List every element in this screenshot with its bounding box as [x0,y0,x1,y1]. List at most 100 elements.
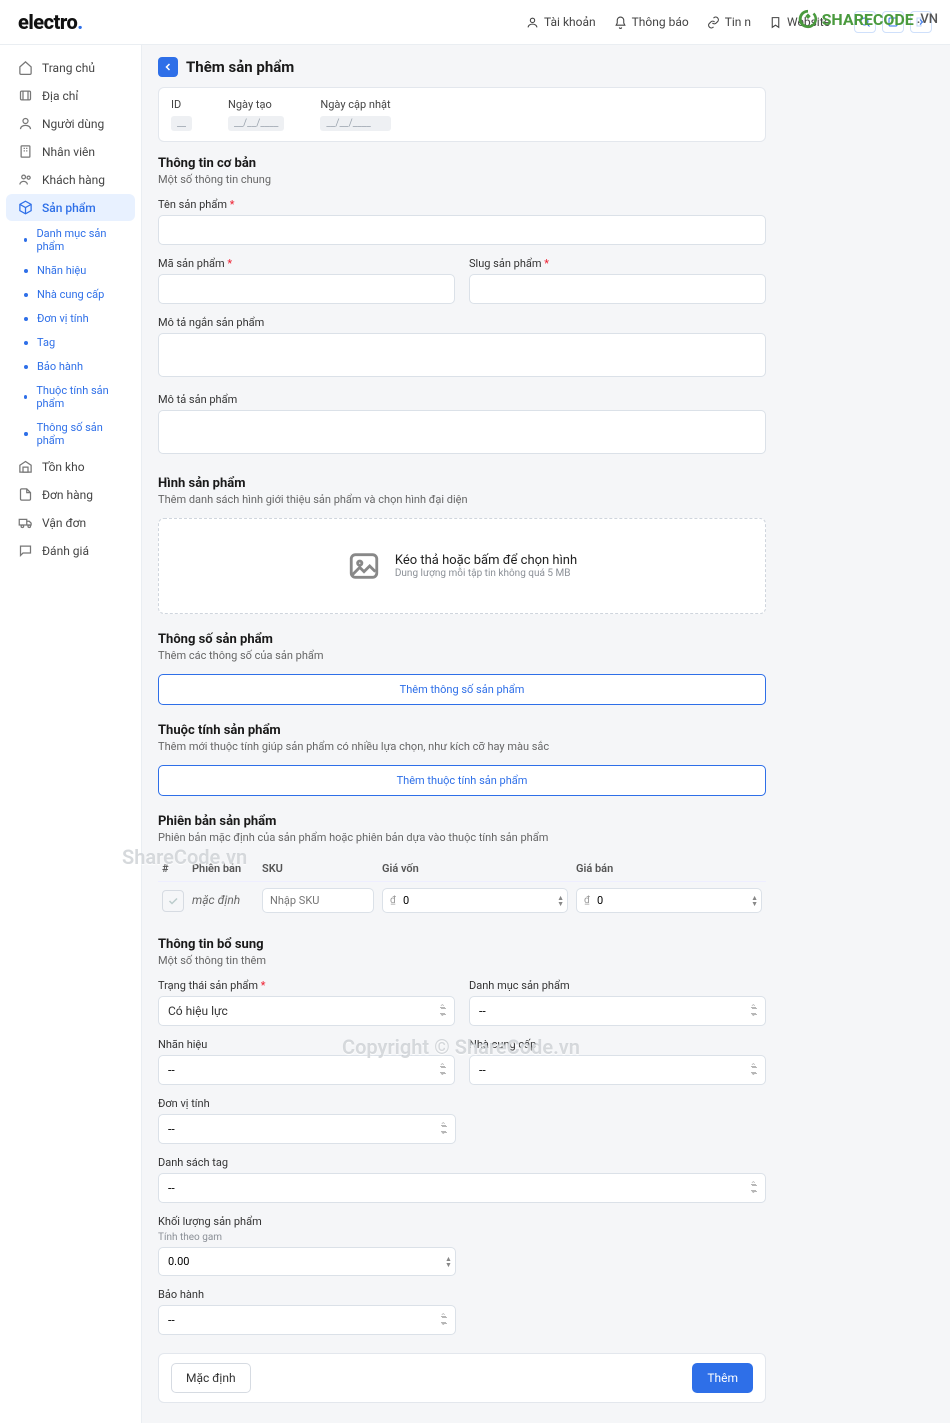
meta-updated-value: __/__/____ [320,116,390,131]
submit-button[interactable]: Thêm [692,1363,753,1393]
label-weight: Khối lượng sản phẩm [158,1215,456,1228]
sidebar-item-home[interactable]: Trang chủ [6,54,135,81]
back-button[interactable] [158,57,178,77]
label-unit: Đơn vị tính [158,1097,456,1110]
sidebar-item-staff[interactable]: Nhân viên [6,138,135,165]
input-short-desc[interactable] [158,333,766,377]
header-news[interactable]: Tin n [707,15,751,29]
select-unit[interactable] [158,1114,456,1144]
form-footer: Mặc định Thêm [158,1353,766,1403]
variant-row: mặc định ₫▲▼ ₫▲▼ [158,882,766,920]
select-tags[interactable] [158,1173,766,1203]
bell-icon [614,16,627,29]
bullet-icon [24,432,28,436]
bullet-icon [24,395,27,399]
header: electro. Tài khoản Thông báo Tin n Websi… [0,0,950,45]
meta-created-value: __/__/____ [228,116,284,131]
sidebar-item-waybill[interactable]: Vận đơn [6,509,135,536]
col-cost: Giá vốn [378,856,572,882]
input-price[interactable] [576,888,762,913]
meta-id-label: ID [171,98,192,111]
warehouse-icon [18,459,33,474]
main-content: Thêm sản phẩm ID__ Ngày tạo__/__/____ Ng… [142,45,782,1423]
label-desc: Mô tả sản phẩm [158,393,766,406]
user-icon [18,116,33,131]
sidebar-sub-supplier[interactable]: Nhà cung cấp [6,283,135,306]
meta-card: ID__ Ngày tạo__/__/____ Ngày cập nhật__/… [158,87,766,142]
weight-subnote: Tính theo gam [158,1232,456,1243]
input-cost[interactable] [382,888,568,913]
building-icon [18,144,33,159]
spinner-icon[interactable]: ▲▼ [557,895,564,907]
select-brand[interactable] [158,1055,455,1085]
select-supplier[interactable] [469,1055,766,1085]
meta-updated-label: Ngày cập nhật [320,98,390,111]
sidebar-sub-brand[interactable]: Nhãn hiệu [6,259,135,282]
label-tags: Danh sách tag [158,1156,766,1169]
sidebar-item-address[interactable]: Địa chỉ [6,82,135,109]
label-supplier: Nhà cung cấp [469,1038,766,1051]
sidebar-sub-attributes[interactable]: Thuộc tính sản phẩm [6,379,135,415]
label-brand: Nhãn hiệu [158,1038,455,1051]
sidebar-item-reviews[interactable]: Đánh giá [6,537,135,564]
currency-icon: ₫ [584,895,590,906]
sidebar-item-products[interactable]: Sản phẩm [6,194,135,221]
header-notifications[interactable]: Thông báo [614,15,689,29]
spinner-icon[interactable]: ▲▼ [445,1256,452,1268]
page-title: Thêm sản phẩm [186,58,294,76]
home-icon [18,60,33,75]
header-account[interactable]: Tài khoản [526,15,596,29]
header-tool-2[interactable] [882,11,904,33]
col-sku: SKU [258,856,378,882]
sidebar-item-inventory[interactable]: Tồn kho [6,453,135,480]
header-tool-3[interactable] [910,11,932,33]
sidebar-sub-specs[interactable]: Thông số sản phẩm [6,416,135,452]
select-warranty[interactable] [158,1305,456,1335]
sidebar-sub-category[interactable]: Danh mục sản phẩm [6,222,135,258]
bullet-icon [24,365,28,369]
col-price: Giá bán [572,856,766,882]
bookmark-icon [769,16,782,29]
label-status: Trạng thái sản phẩm [158,979,455,992]
input-desc[interactable] [158,410,766,454]
add-spec-button[interactable]: Thêm thông số sản phẩm [158,674,766,705]
label-warranty: Bảo hành [158,1288,456,1301]
default-button[interactable]: Mặc định [171,1363,251,1393]
label-product-slug: Slug sản phẩm [469,257,766,270]
header-actions: Tài khoản Thông báo Tin n Website [526,11,932,33]
image-dropzone[interactable]: Kéo thả hoặc bấm để chọn hình Dung lượng… [158,518,766,614]
sidebar-sub-unit[interactable]: Đơn vị tính [6,307,135,330]
input-weight[interactable] [158,1247,456,1276]
bullet-icon [24,269,28,273]
add-attr-button[interactable]: Thêm thuộc tính sản phẩm [158,765,766,796]
sidebar-item-users[interactable]: Người dùng [6,110,135,137]
input-product-code[interactable] [158,274,455,304]
section-variants: Phiên bản sản phẩm Phiên bản mặc định củ… [158,814,766,919]
currency-icon: ₫ [390,895,396,906]
label-product-code: Mã sản phẩm [158,257,455,270]
spinner-icon[interactable]: ▲▼ [751,895,758,907]
input-sku[interactable] [262,888,374,913]
header-website[interactable]: Website [769,15,830,29]
input-product-name[interactable] [158,215,766,245]
brand-logo[interactable]: electro. [18,10,83,34]
variant-check[interactable] [162,890,184,912]
section-basic: Thông tin cơ bản Một số thông tin chung … [158,156,766,458]
sidebar-sub-tag[interactable]: Tag [6,331,135,354]
col-idx: # [158,856,188,882]
bullet-icon [24,341,28,345]
box-icon [18,200,33,215]
section-specs: Thông số sản phẩm Thêm các thông số của … [158,632,766,705]
chevron-left-icon [162,61,174,73]
select-status[interactable] [158,996,455,1026]
sidebar-item-customers[interactable]: Khách hàng [6,166,135,193]
select-category[interactable] [469,996,766,1026]
sidebar-sub-warranty[interactable]: Bảo hành [6,355,135,378]
meta-created-label: Ngày tạo [228,98,284,111]
map-icon [18,88,33,103]
bullet-icon [24,238,27,242]
file-icon [18,487,33,502]
input-product-slug[interactable] [469,274,766,304]
header-tool-1[interactable] [854,11,876,33]
sidebar-item-orders[interactable]: Đơn hàng [6,481,135,508]
